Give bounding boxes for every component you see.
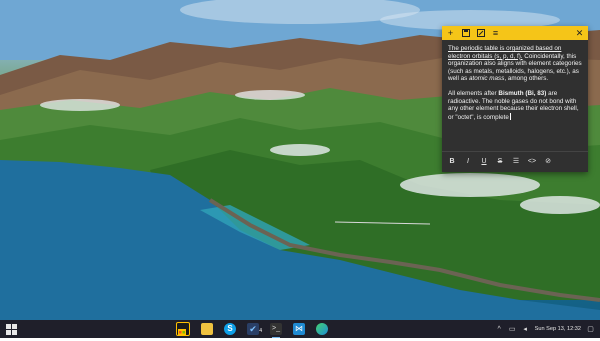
windows-start-icon[interactable] — [4, 322, 18, 336]
system-tray: ^ ▭ ◂ Sun Sep 13, 12:32 ▢ — [496, 320, 594, 338]
underline-button[interactable]: U — [479, 157, 489, 167]
code-button[interactable]: <> — [527, 157, 537, 167]
menu-icon[interactable]: ≡ — [491, 28, 500, 38]
strikethrough-button[interactable]: S — [495, 157, 505, 167]
sticky-note-text[interactable]: The periodic table is organized based on… — [442, 40, 588, 151]
network-icon[interactable]: ▭ — [509, 326, 516, 333]
italic-text: atomic mass — [469, 75, 505, 83]
bold-text: Bismuth (Bi, 83) — [498, 89, 547, 97]
file-explorer-icon[interactable] — [201, 323, 213, 335]
edge-icon[interactable] — [316, 323, 328, 335]
store-icon[interactable] — [176, 322, 190, 336]
list-button[interactable]: ☰ — [511, 157, 521, 167]
note-paragraph-1: The periodic table is organized based on… — [448, 45, 582, 83]
skype-icon[interactable]: S — [224, 323, 236, 335]
vscode-icon[interactable]: ⋈ — [293, 323, 305, 335]
add-icon[interactable]: + — [446, 28, 455, 38]
volume-icon[interactable]: ◂ — [522, 326, 529, 333]
save-icon[interactable] — [461, 29, 470, 38]
taskbar-clock[interactable]: Sun Sep 13, 12:32 — [535, 326, 581, 332]
tasks-badge: 4 — [259, 328, 262, 334]
sticky-note-window: + ≡ ✕ The periodic table is organized ba… — [442, 26, 588, 172]
note-paragraph-2: All elements after Bismuth (Bi, 83) are … — [448, 89, 579, 121]
bold-button[interactable]: B — [447, 157, 457, 167]
tasks-icon[interactable]: ✔ 4 — [247, 323, 262, 335]
formatting-toolbar: B I U S ☰ <> ⊘ — [442, 151, 588, 172]
taskbar-apps: S ✔ 4 >_ ⋈ — [176, 320, 328, 338]
notifications-icon[interactable]: ▢ — [587, 326, 594, 333]
link-button[interactable]: ⊘ — [543, 157, 553, 167]
edit-icon[interactable] — [476, 29, 485, 38]
chevron-up-icon[interactable]: ^ — [496, 326, 503, 333]
taskbar: S ✔ 4 >_ ⋈ ^ ▭ ◂ Sun Sep 13, 12:32 ▢ — [0, 320, 600, 338]
italic-button[interactable]: I — [463, 157, 473, 167]
close-icon[interactable]: ✕ — [575, 28, 584, 38]
text-caret — [509, 112, 511, 120]
sticky-note-titlebar[interactable]: + ≡ ✕ — [442, 26, 588, 40]
terminal-icon[interactable]: >_ — [270, 323, 282, 338]
